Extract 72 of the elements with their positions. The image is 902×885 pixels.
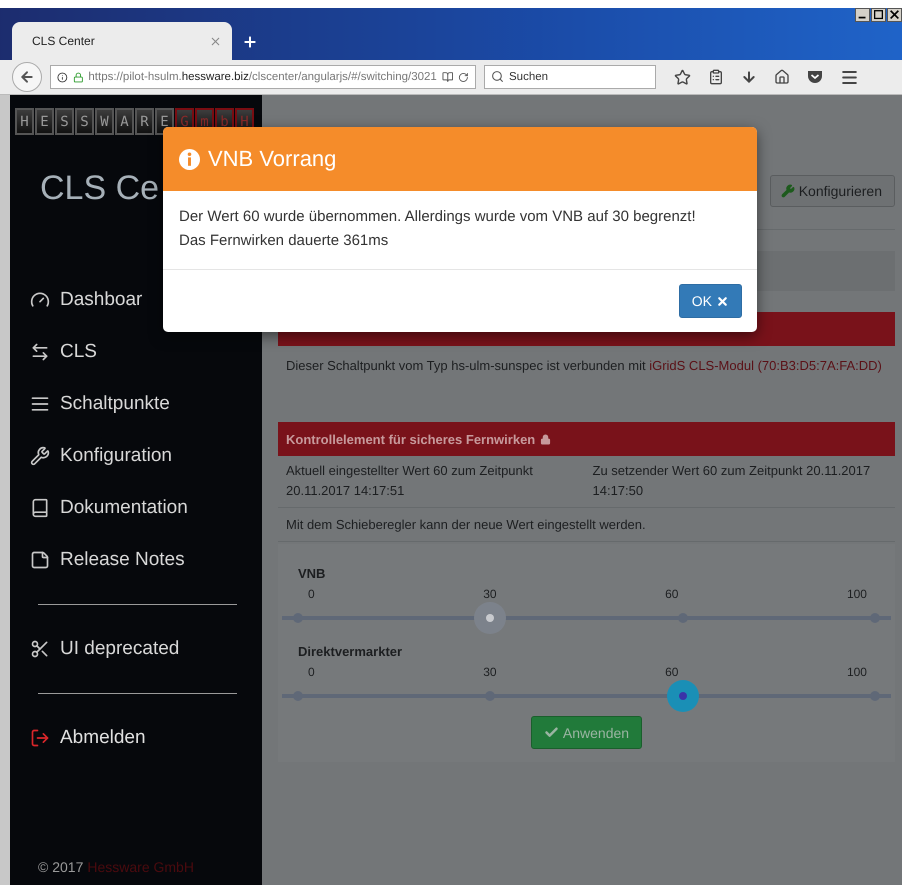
book-icon xyxy=(30,498,50,518)
tick-mark xyxy=(293,691,303,701)
panel-title: Kontrollelement für sicheres Fernwirken xyxy=(286,432,536,446)
close-icon xyxy=(716,294,729,308)
nav-link[interactable]: CLS xyxy=(30,326,262,378)
logo-letter: H xyxy=(15,108,34,135)
tick-label: 60 xyxy=(665,665,678,679)
tick-label: 100 xyxy=(846,587,867,601)
copyright-text: © 2017 xyxy=(38,859,84,875)
device-info-text: Dieser Schaltpunkt vom Typ hs-ulm-sunspec ist verbunden mit iGridS CLS-Modul (70:B3:D5:7A:FA:DD) xyxy=(285,357,883,375)
logo-letter: E xyxy=(35,108,54,135)
close-icon[interactable] xyxy=(887,8,902,22)
arrows-icon xyxy=(30,342,50,362)
search-icon xyxy=(491,70,504,83)
lock-icon xyxy=(540,434,552,444)
tick-mark xyxy=(870,691,880,701)
back-button[interactable] xyxy=(12,62,42,92)
download-icon[interactable] xyxy=(741,69,757,85)
nav-link[interactable]: Konfiguration xyxy=(30,430,262,482)
slider-thumb[interactable] xyxy=(666,680,699,712)
nav-link[interactable]: UI deprecated xyxy=(30,623,262,675)
logo-letter: S xyxy=(75,108,94,135)
browser-tab[interactable]: CLS Center xyxy=(12,22,232,60)
slider-label: VNB xyxy=(298,566,326,581)
logout-icon xyxy=(30,728,50,748)
logo-letter: W xyxy=(95,108,114,135)
tick-mark xyxy=(678,613,688,623)
check-icon xyxy=(544,725,559,740)
tick-label: 60 xyxy=(665,587,678,601)
logo-letter: R xyxy=(135,108,154,135)
tick-label: 0 xyxy=(308,587,315,601)
info-icon xyxy=(179,148,200,170)
slider-label: Direktvermarkter xyxy=(298,644,404,659)
dialog-message: Der Wert 60 wurde übernommen. Allerdings wurde vom VNB auf 30 begrenzt! Das Fernwirken dauerte 361ms xyxy=(163,191,757,270)
wrench-icon xyxy=(780,184,795,198)
address-bar[interactable]: https://pilot-hsulm.hessware.biz/clscenter/angularjs/#/switching/3021 xyxy=(50,65,476,89)
home-icon[interactable] xyxy=(774,69,790,85)
url-text: https://pilot-hsulm.hessware.biz/clscenter/angularjs/#/switching/3021 xyxy=(88,71,437,83)
logo-letter: S xyxy=(55,108,74,135)
target-value-text: Zu setzender Wert 60 zum Zeitpunkt 20.11.2017 14:17:50 xyxy=(592,462,872,500)
scissors-icon xyxy=(30,639,50,659)
nav-link[interactable]: Dokumentation xyxy=(30,482,262,534)
nav-link[interactable]: Release Notes xyxy=(30,534,262,586)
search-field[interactable]: Suchen xyxy=(484,65,656,89)
tick-mark xyxy=(293,613,303,623)
plus-icon[interactable] xyxy=(242,34,258,50)
tick-label: 0 xyxy=(308,665,315,679)
tick-mark xyxy=(485,691,496,701)
ok-button[interactable]: OK xyxy=(678,284,742,318)
reload-icon[interactable] xyxy=(458,70,470,84)
star-icon[interactable] xyxy=(674,68,691,86)
app-title: CLS Ce xyxy=(40,169,160,208)
tick-label: 100 xyxy=(846,665,867,679)
hint-text: Mit dem Schieberegler kann der neue Wert eingestellt werden. xyxy=(278,508,895,542)
tick-label: 30 xyxy=(483,587,497,601)
book-icon[interactable] xyxy=(442,70,454,84)
nav-link[interactable]: Schaltpunkte xyxy=(30,378,262,430)
wrench-icon xyxy=(30,446,50,466)
nav-link[interactable]: Dashboar xyxy=(30,274,262,326)
dialog-title: VNB Vorrang xyxy=(208,146,336,172)
clipboard-icon[interactable] xyxy=(708,69,724,85)
tick-mark xyxy=(870,613,880,623)
note-icon xyxy=(30,550,50,570)
lock-icon xyxy=(72,70,84,84)
minimize-icon[interactable] xyxy=(855,8,870,22)
pocket-icon[interactable] xyxy=(807,70,823,84)
maximize-icon[interactable] xyxy=(871,8,886,22)
info-icon[interactable] xyxy=(57,70,68,84)
nav-link[interactable]: Abmelden xyxy=(30,712,262,764)
current-value-text: Aktuell eingestellter Wert 60 zum Zeitpunkt 20.11.2017 14:17:51 xyxy=(286,462,534,500)
tick-label: 30 xyxy=(483,665,497,679)
logo-letter: A xyxy=(115,108,134,135)
